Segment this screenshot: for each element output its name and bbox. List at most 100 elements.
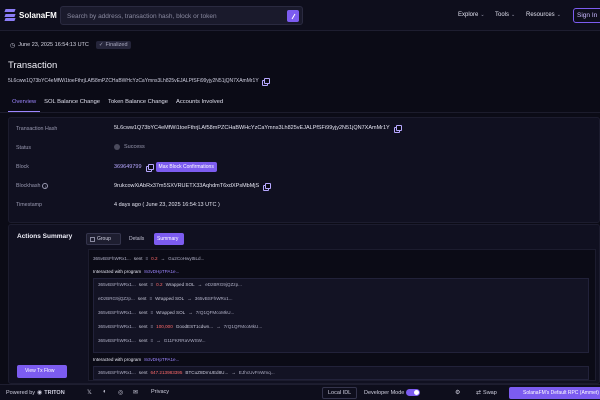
- to-address[interactable]: Gu2CoHwyt5Ld...: [168, 256, 204, 261]
- mail-icon[interactable]: ✉: [133, 389, 138, 396]
- tab-token-balance-change[interactable]: Token Balance Change: [104, 97, 172, 112]
- tab-sol-balance-change[interactable]: SOL Balance Change: [40, 97, 104, 112]
- verb: sent: [138, 338, 148, 343]
- from-address[interactable]: 365vBSFhWRx1...: [98, 370, 136, 375]
- block-label: Block: [16, 164, 29, 170]
- info-icon[interactable]: i: [42, 183, 49, 189]
- triton-logo-icon: ◉: [37, 390, 43, 396]
- discord-icon[interactable]: ◐: [103, 389, 107, 395]
- tab-accounts-involved[interactable]: Accounts Involved: [172, 97, 227, 112]
- from-address[interactable]: 365vBSFhWRx1...: [93, 256, 131, 261]
- token[interactable]: Wrapped SOL: [166, 282, 195, 287]
- blockhash-value: 9rukcowXiAbRx37m5SXVRUETX33AqhdmT6xdXPsM…: [114, 183, 260, 189]
- settings-icon[interactable]: ⚙: [455, 389, 460, 396]
- program-link[interactable]: 8ctvDHpTPA1e...: [144, 357, 179, 362]
- triton-label[interactable]: TRITON: [44, 390, 64, 396]
- token[interactable]: GoodEST1cdwn...: [176, 324, 213, 329]
- developer-mode: Developer Mode: [364, 389, 421, 396]
- arrow-right-icon: →: [160, 256, 166, 261]
- copy-icon[interactable]: [263, 183, 272, 191]
- blockhash-value-row: 9rukcowXiAbRx37m5SXVRUETX33AqhdmT6xdXPsM…: [114, 183, 272, 191]
- status-value-row: Success: [114, 144, 145, 150]
- sol-icon: ≡: [149, 296, 153, 301]
- arrow-right-icon: →: [216, 324, 221, 329]
- group-label: Group: [97, 236, 111, 242]
- nav-tools[interactable]: Tools ⌄: [495, 12, 515, 18]
- signature-row: 5L6cww1Q73bYC4eMfWi1toeFthrjLAf58mPZCHaB…: [8, 78, 270, 86]
- from-address[interactable]: 365vBSFhWRx1...: [98, 282, 136, 287]
- details-button[interactable]: Details: [126, 233, 152, 245]
- arrow-right-icon: →: [231, 370, 236, 375]
- arrow-right-icon: →: [188, 310, 193, 315]
- nav-explore[interactable]: Explore ⌄: [458, 12, 485, 18]
- x-twitter-icon[interactable]: 𝕏: [87, 389, 92, 396]
- program-label: Interacted with program: [93, 357, 142, 362]
- signin-button[interactable]: Sign In: [573, 8, 600, 23]
- swap-button[interactable]: ⇄ Swap: [476, 389, 497, 397]
- copy-icon[interactable]: [393, 125, 402, 133]
- from-address[interactable]: eDzBRG9jQZzp...: [98, 296, 135, 301]
- verb: sent: [138, 370, 148, 375]
- tab-overview[interactable]: Overview: [8, 97, 41, 112]
- swap-icon: ⇄: [476, 390, 482, 396]
- to-address[interactable]: eDzBRG9jQZzp...: [205, 282, 242, 287]
- local-idl-label: Local IDL: [328, 390, 352, 396]
- arrow-right-icon: →: [156, 338, 161, 343]
- sol-icon: ≡: [150, 338, 154, 343]
- local-idl-button[interactable]: Local IDL: [322, 387, 358, 399]
- to-address[interactable]: EJhcUvFnWmq...: [239, 370, 275, 375]
- nav-resources[interactable]: Resources ⌄: [526, 12, 561, 18]
- program-label: Interacted with program: [93, 269, 142, 274]
- blockhash-label: Blockhash: [16, 183, 41, 189]
- rpc-label: SolanaFM's Default RPC (Ammet): [523, 390, 599, 396]
- rpc-selector[interactable]: SolanaFM's Default RPC (Ammet): [509, 387, 600, 399]
- action-line: eDzBRG9jQZzp... sent ≡ Wrapped SOL → 365…: [98, 296, 233, 301]
- github-icon[interactable]: ◎: [118, 389, 123, 396]
- chevron-down-icon: ⌄: [480, 12, 485, 18]
- view-tx-flow-button[interactable]: View Tx Flow: [17, 365, 67, 378]
- tx-timestamp: June 23, 2025 16:54:13 UTC: [18, 42, 89, 48]
- to-address[interactable]: 7rQ1QFMcoMkU...: [196, 310, 235, 315]
- search-input[interactable]: [67, 11, 282, 21]
- amount: 0.2: [151, 256, 158, 261]
- token[interactable]: Wrapped SOL: [155, 296, 184, 301]
- verb: sent: [138, 324, 148, 329]
- token[interactable]: Wrapped SOL: [156, 310, 185, 315]
- footer: Powered by ◉ TRITON 𝕏 ◐ ◎ ✉ Privacy Loca…: [0, 384, 600, 400]
- from-address[interactable]: 365vBSFhWRx1...: [98, 338, 136, 343]
- to-address[interactable]: 7rQ1QFMcoMkU...: [224, 324, 263, 329]
- tab-bar: Overview SOL Balance Change Token Balanc…: [8, 97, 227, 112]
- checkbox-icon: [90, 236, 95, 242]
- action-line: 365vBSFhWRx1... sent ≡ 100,000 GoodEST1c…: [98, 324, 262, 329]
- token[interactable]: BTCuZ8DmUEd8U...: [185, 370, 228, 375]
- logo[interactable]: SolanaFM: [4, 9, 57, 21]
- search-submit-button[interactable]: [287, 10, 299, 22]
- action-line: 365vBSFhWRx1... sent ≡ 0.2 Wrapped SOL →…: [98, 282, 242, 287]
- developer-mode-label: Developer Mode: [364, 389, 405, 396]
- token-icon: ≡: [150, 324, 154, 329]
- to-address[interactable]: G11FKRRaVWSW...: [164, 338, 206, 343]
- sol-icon: ≡: [145, 256, 149, 261]
- actions-list: 365vBSFhWRx1... sent ≡ 0.2 → Gu2CoHwyt5L…: [88, 249, 596, 381]
- from-address[interactable]: 365vBSFhWRx1...: [98, 324, 136, 329]
- status-label: Status: [16, 145, 32, 151]
- max-confirmations-badge: Max Block Confirmations: [155, 162, 217, 172]
- copy-icon[interactable]: [261, 78, 270, 86]
- powered-by: Powered by ◉ TRITON: [6, 389, 65, 397]
- sol-icon: ≡: [150, 282, 154, 287]
- timestamp-label: Timestamp: [16, 202, 42, 208]
- developer-mode-toggle[interactable]: [406, 389, 421, 396]
- sol-icon: ≡: [150, 310, 154, 315]
- verb: sent: [137, 296, 147, 301]
- group-toggle[interactable]: Group: [86, 233, 121, 245]
- to-address[interactable]: 365vBSFhWRx1...: [195, 296, 233, 301]
- nav-tools-label: Tools: [495, 12, 510, 18]
- program-line: Interacted with program 8ctvDHpTPA1e...: [93, 269, 179, 274]
- from-address[interactable]: 365vBSFhWRx1...: [98, 310, 136, 315]
- privacy-link[interactable]: Privacy: [151, 389, 169, 395]
- program-link[interactable]: 8ctvDHpTPA1e...: [144, 269, 179, 274]
- copy-icon[interactable]: [145, 164, 154, 172]
- search-bar: [60, 6, 303, 25]
- summary-button[interactable]: Summary: [154, 233, 184, 245]
- block-link[interactable]: 369649799: [114, 164, 142, 170]
